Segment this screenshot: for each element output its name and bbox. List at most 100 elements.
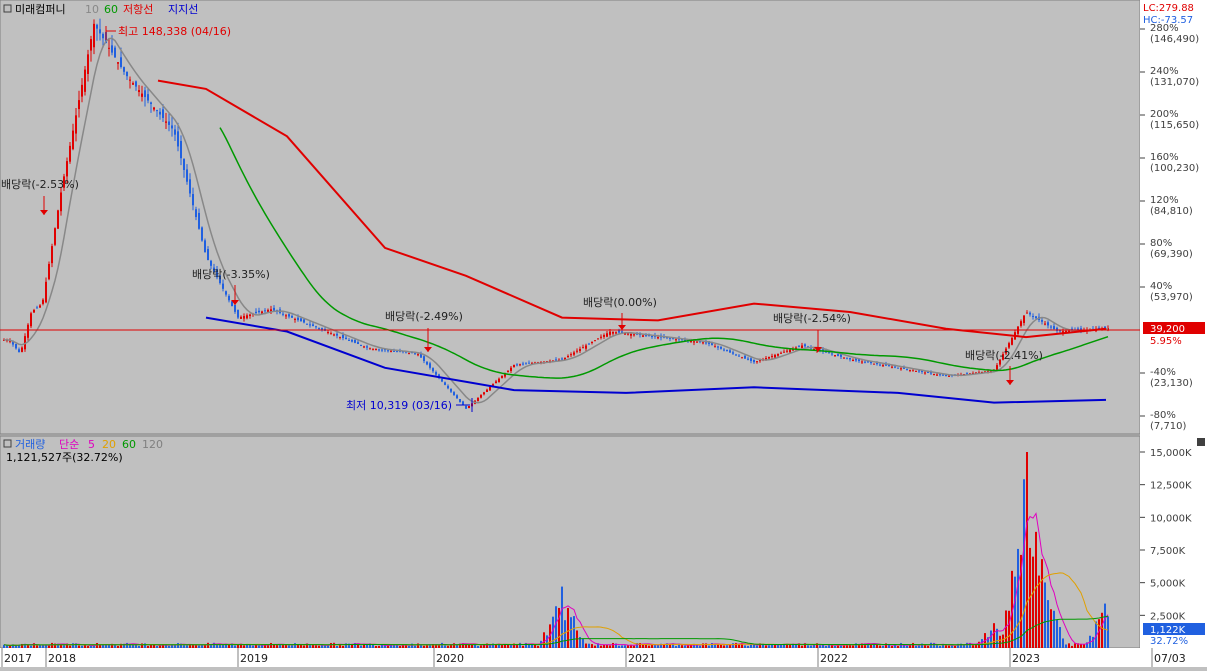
volume-panel-close-icon[interactable] xyxy=(1197,438,1205,446)
volume-bar xyxy=(168,645,170,648)
volume-bar xyxy=(30,645,32,648)
legend-ma60[interactable]: 60 xyxy=(104,3,118,16)
candle-body xyxy=(585,345,587,349)
candle-body xyxy=(444,382,446,385)
candle-body xyxy=(378,349,380,351)
volume-bar xyxy=(417,643,419,648)
volume-bar xyxy=(834,645,836,648)
date-label: 2020 xyxy=(436,652,464,665)
candle-body xyxy=(906,368,908,370)
candle-body xyxy=(852,359,854,361)
candle-body xyxy=(180,140,182,159)
volume-bar xyxy=(336,645,338,648)
volume-bar xyxy=(207,642,209,648)
candle-body xyxy=(489,386,491,391)
stock-chart[interactable]: 280%(146,490)240%(131,070)200%(115,650)1… xyxy=(0,0,1207,667)
candle-body xyxy=(375,349,377,351)
candle-body xyxy=(297,317,299,321)
price-value-label: (146,490) xyxy=(1150,34,1199,45)
volume-bar xyxy=(108,645,110,648)
candle-body xyxy=(27,324,29,338)
candle-body xyxy=(225,291,227,295)
volume-bar xyxy=(903,645,905,648)
candle-body xyxy=(834,355,836,357)
candle-body xyxy=(273,307,275,311)
candle-body xyxy=(768,356,770,359)
volume-bar xyxy=(318,645,320,648)
volume-bar xyxy=(756,645,758,648)
price-value-label: (69,390) xyxy=(1150,249,1193,260)
candle-body xyxy=(798,346,800,348)
candle-body xyxy=(513,364,515,367)
legend-simple[interactable]: 단순 xyxy=(59,438,79,451)
volume-bar xyxy=(372,644,374,648)
candle-body xyxy=(129,79,131,81)
candle-body xyxy=(1026,312,1028,314)
volume-bar xyxy=(516,644,518,648)
candle-body xyxy=(192,194,194,206)
legend-resistance[interactable]: 저항선 xyxy=(123,3,153,16)
candle-body xyxy=(747,358,749,360)
volume-bar xyxy=(384,645,386,648)
candle-body xyxy=(201,227,203,241)
volume-bar xyxy=(174,645,176,648)
volume-bar xyxy=(690,645,692,648)
volume-bar xyxy=(198,645,200,648)
candle-body xyxy=(303,319,305,323)
price-panel[interactable] xyxy=(0,0,1141,435)
candle-body xyxy=(342,334,344,339)
candle-body xyxy=(381,349,383,351)
candle-body xyxy=(144,90,146,98)
candle-body xyxy=(330,333,332,335)
volume-bar xyxy=(681,645,683,648)
price-value-label: (23,130) xyxy=(1150,378,1193,389)
candle-body xyxy=(1023,315,1025,323)
volume-bar xyxy=(618,645,620,648)
legend-support[interactable]: 지지선 xyxy=(168,3,198,16)
candle-body xyxy=(516,364,518,366)
candle-body xyxy=(99,29,101,34)
current-volume-pct: 32.72% xyxy=(1150,636,1188,647)
volume-bar xyxy=(234,645,236,648)
candle-body xyxy=(327,332,329,334)
volume-bar xyxy=(408,645,410,648)
volume-bar xyxy=(519,642,521,648)
candle-body xyxy=(108,47,110,49)
volume-bar xyxy=(795,644,797,648)
candle-body xyxy=(264,310,266,312)
legend-vol-ma120[interactable]: 120 xyxy=(142,438,163,451)
volume-bar xyxy=(1044,582,1046,648)
date-label: 2022 xyxy=(820,652,848,665)
candle-body xyxy=(717,346,719,348)
candle-body xyxy=(597,338,599,340)
volume-bar xyxy=(285,644,287,648)
volume-bar xyxy=(1026,452,1028,648)
candle-body xyxy=(600,336,602,338)
date-label: 2019 xyxy=(240,652,268,665)
volume-bar xyxy=(1062,638,1064,648)
volume-bar xyxy=(924,645,926,648)
candle-body xyxy=(15,343,17,349)
volume-bar xyxy=(9,645,11,648)
volume-bar xyxy=(624,645,626,648)
legend-vol-ma5[interactable]: 5 xyxy=(88,438,95,451)
volume-bar xyxy=(732,643,734,648)
candle-body xyxy=(360,344,362,346)
volume-bar xyxy=(243,645,245,648)
candle-body xyxy=(714,346,716,348)
legend-vol-ma60[interactable]: 60 xyxy=(122,438,136,451)
volume-bar xyxy=(744,645,746,648)
legend-vol-ma20[interactable]: 20 xyxy=(102,438,116,451)
candle-body xyxy=(84,69,86,92)
volume-panel[interactable] xyxy=(0,435,1141,649)
candle-body xyxy=(183,158,185,170)
volume-title: 거래량 xyxy=(15,438,45,451)
candle-body xyxy=(612,331,614,334)
volume-bar xyxy=(438,645,440,648)
volume-bar xyxy=(1053,610,1055,648)
volume-bar xyxy=(156,646,158,648)
candle-body xyxy=(132,83,134,85)
legend-ma10[interactable]: 10 xyxy=(85,3,99,16)
candle-body xyxy=(828,352,830,354)
candle-body xyxy=(408,352,410,354)
